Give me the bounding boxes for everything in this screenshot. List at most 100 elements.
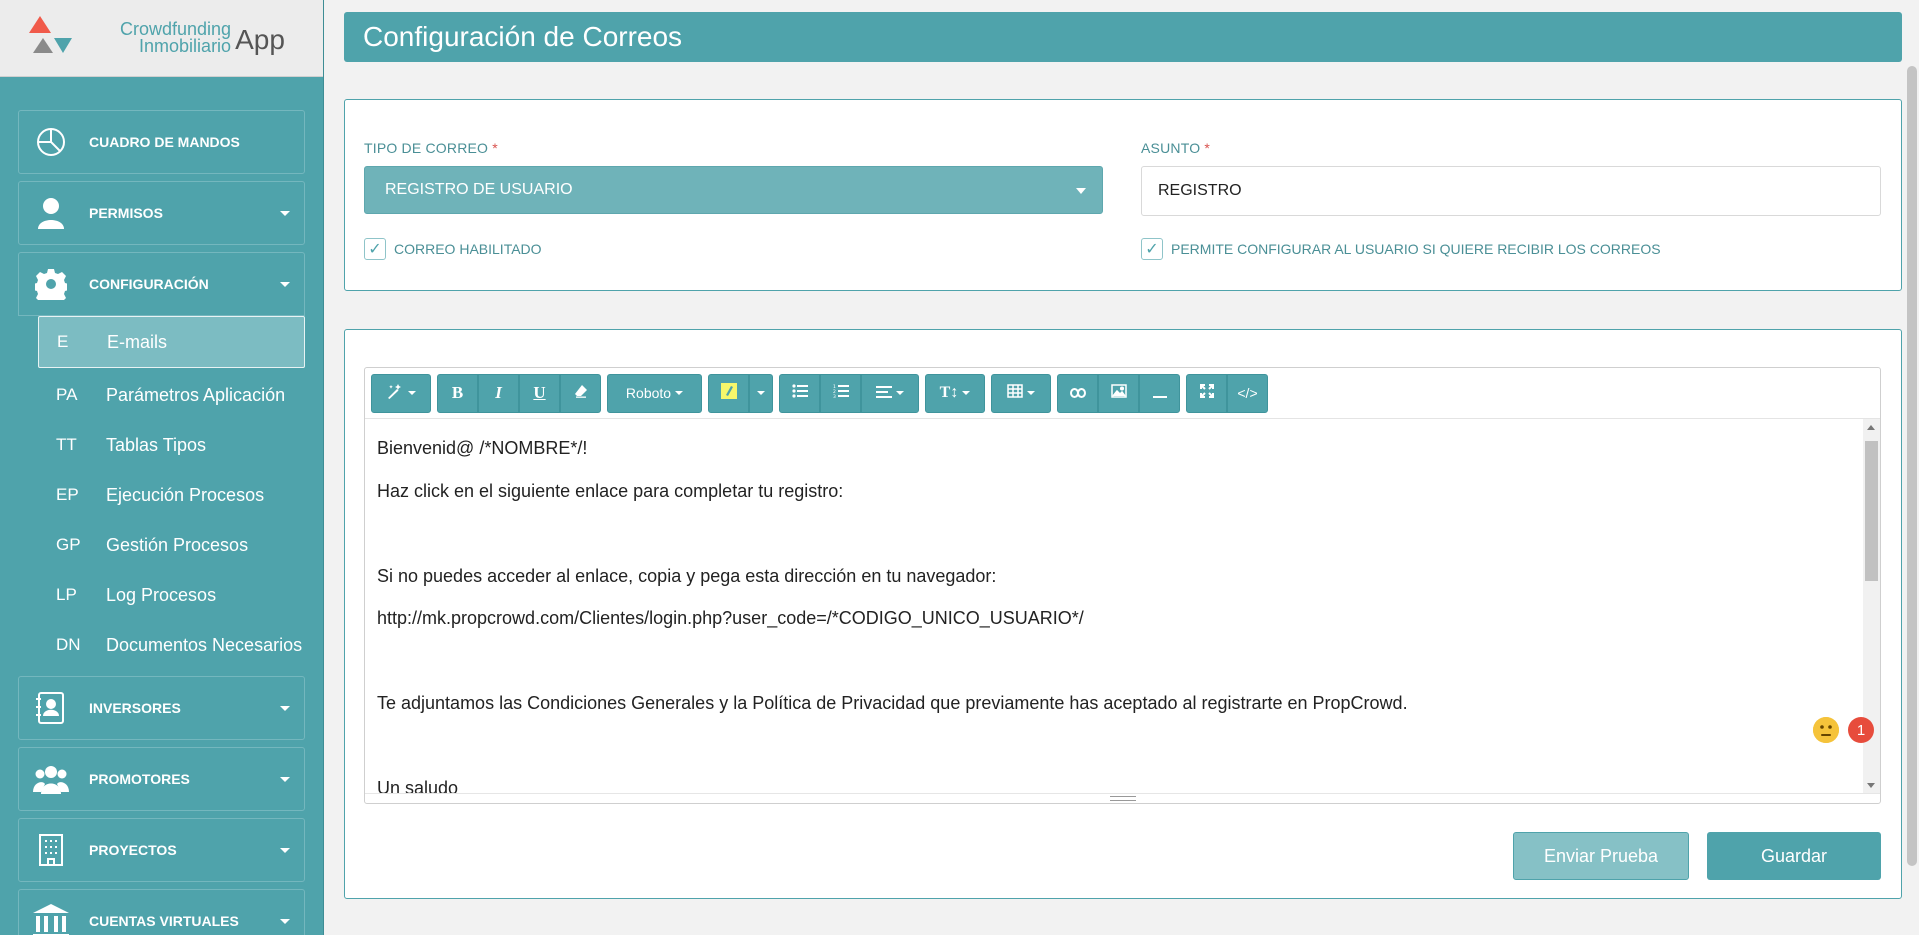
code-view-button[interactable]: </> [1227, 373, 1268, 413]
chevron-down-icon [896, 391, 904, 395]
submenu-label: Log Procesos [106, 584, 217, 605]
pie-chart-icon [33, 124, 69, 160]
editor-line [377, 522, 1880, 565]
submenu-item-parametros[interactable]: PA Parámetros Aplicación [38, 370, 305, 420]
editor-line: Si no puedes acceder al enlace, copia y … [377, 565, 997, 586]
required-mark: * [1204, 140, 1211, 156]
underline-button[interactable]: U [519, 373, 560, 413]
clear-format-button[interactable] [560, 373, 601, 413]
sidebar-item-cuadro-de-mandos[interactable]: CUADRO DE MANDOS [18, 110, 305, 174]
submenu-item-emails[interactable]: E E-mails [38, 316, 305, 368]
editor-line: Haz click en el siguiente enlace para co… [377, 480, 844, 501]
logo-app: App [235, 24, 285, 55]
table-button[interactable] [991, 373, 1051, 413]
sidebar: Crowdfunding Inmobiliario App CUADRO DE … [0, 0, 324, 935]
align-left-icon [876, 385, 892, 402]
submenu-label: E-mails [107, 331, 168, 352]
font-family-select[interactable]: Roboto [607, 373, 702, 413]
editor-content[interactable]: Bienvenid@ /*NOMBRE*/! Haz click en el s… [365, 419, 1880, 794]
submenu-abbr: TT [56, 435, 77, 454]
submenu-abbr: GP [56, 535, 81, 554]
logo-text: Crowdfunding Inmobiliario App [120, 20, 285, 56]
sidebar-item-promotores[interactable]: PROMOTORES [18, 747, 305, 811]
gear-icon [33, 266, 69, 302]
rich-text-editor: B I U Roboto 1 2 3 T↕ </> Bienvenid@ /*N… [364, 367, 1881, 804]
underline-icon: U [533, 383, 546, 402]
bullet-list-button[interactable] [779, 373, 820, 413]
editor-resize-handle[interactable] [365, 793, 1880, 803]
image-icon [1110, 384, 1127, 402]
chevron-down-icon [280, 848, 290, 853]
submenu-label: Ejecución Procesos [106, 484, 265, 505]
color-dropdown-button[interactable] [749, 373, 773, 413]
fullscreen-button[interactable] [1186, 373, 1227, 413]
ordered-list-button[interactable]: 123 [820, 373, 861, 413]
bank-icon [33, 903, 69, 935]
page-scrollbar-thumb[interactable] [1907, 66, 1917, 866]
sidebar-item-configuracion[interactable]: CONFIGURACIÓN [18, 252, 305, 316]
correo-habilitado-label: CORREO HABILITADO [394, 241, 542, 257]
email-settings-panel: TIPO DE CORREO * REGISTRO DE USUARIO ASU… [344, 99, 1902, 291]
scroll-down-icon[interactable] [1867, 783, 1875, 788]
sidebar-item-label: PROYECTOS [89, 842, 177, 858]
sidebar-item-label: CONFIGURACIÓN [89, 276, 209, 292]
user-config-checkbox[interactable]: ✓ PERMITE CONFIGURAR AL USUARIO SI QUIER… [1141, 238, 1661, 260]
sidebar-item-proyectos[interactable]: PROYECTOS [18, 818, 305, 882]
sidebar-item-inversores[interactable]: INVERSORES [18, 676, 305, 740]
editor-toolbar: B I U Roboto 1 2 3 T↕ </> [365, 368, 1880, 419]
highlight-color-button[interactable] [708, 373, 749, 413]
style-button[interactable] [371, 373, 431, 413]
chevron-down-icon [280, 777, 290, 782]
notification-badge[interactable]: 1 [1848, 717, 1874, 743]
submenu-abbr: EP [56, 485, 79, 504]
logo[interactable]: Crowdfunding Inmobiliario App [0, 0, 323, 77]
submenu-item-log-procesos[interactable]: LP Log Procesos [38, 570, 305, 620]
submenu-item-documentos[interactable]: DN Documentos Necesarios [38, 620, 305, 670]
eraser-icon [574, 384, 588, 402]
sidebar-item-label: PROMOTORES [89, 771, 190, 787]
contact-book-icon [33, 690, 69, 726]
save-button[interactable]: Guardar [1707, 832, 1881, 880]
asunto-input[interactable]: REGISTRO [1141, 166, 1881, 216]
submenu-item-tablas-tipos[interactable]: TT Tablas Tipos [38, 420, 305, 470]
submenu-label: Parámetros Aplicación [106, 384, 286, 405]
neutral-face-icon[interactable] [1813, 717, 1839, 743]
sidebar-item-label: CUADRO DE MANDOS [89, 134, 240, 150]
text-height-icon: T↕ [939, 384, 959, 401]
chevron-down-icon [280, 706, 290, 711]
paragraph-align-button[interactable] [861, 373, 919, 413]
scrollbar-thumb[interactable] [1865, 441, 1878, 581]
submenu-item-gestion-procesos[interactable]: GP Gestión Procesos [38, 520, 305, 570]
editor-line: Bienvenid@ /*NOMBRE*/! [377, 438, 588, 458]
image-button[interactable] [1098, 373, 1139, 413]
italic-icon: I [495, 383, 502, 402]
send-test-button[interactable]: Enviar Prueba [1513, 832, 1689, 880]
sidebar-item-cuentas-virtuales[interactable]: CUENTAS VIRTUALES [18, 889, 305, 935]
user-config-label: PERMITE CONFIGURAR AL USUARIO SI QUIERE … [1171, 241, 1661, 257]
tipo-correo-select[interactable]: REGISTRO DE USUARIO [364, 166, 1103, 214]
submenu-abbr: LP [56, 585, 77, 604]
bold-button[interactable]: B [437, 373, 478, 413]
font-size-button[interactable]: T↕ [925, 373, 985, 413]
building-icon [33, 832, 69, 868]
tipo-correo-value: REGISTRO DE USUARIO [385, 181, 573, 198]
sidebar-item-label: INVERSORES [89, 700, 181, 716]
submenu-item-ejecucion-procesos[interactable]: EP Ejecución Procesos [38, 470, 305, 520]
checkmark-icon: ✓ [1141, 238, 1163, 260]
horizontal-rule-button[interactable] [1139, 373, 1180, 413]
asunto-value: REGISTRO [1158, 182, 1242, 199]
correo-habilitado-checkbox[interactable]: ✓ CORREO HABILITADO [364, 238, 542, 260]
chevron-down-icon [757, 391, 765, 395]
scroll-up-icon[interactable] [1867, 425, 1875, 430]
italic-button[interactable]: I [478, 373, 519, 413]
sidebar-item-permisos[interactable]: PERMISOS [18, 181, 305, 245]
sidebar-item-label: PERMISOS [89, 205, 163, 221]
link-button[interactable] [1057, 373, 1098, 413]
table-icon [1007, 384, 1023, 402]
asunto-label-text: ASUNTO [1141, 140, 1201, 156]
main-nav: CUADRO DE MANDOS PERMISOS CONFIGURACIÓN … [0, 77, 323, 935]
email-body-panel: B I U Roboto 1 2 3 T↕ </> Bienvenid@ /*N… [344, 329, 1902, 899]
minus-icon [1152, 385, 1167, 402]
bullet-list-icon [791, 384, 808, 402]
submenu-label: Tablas Tipos [106, 434, 207, 455]
